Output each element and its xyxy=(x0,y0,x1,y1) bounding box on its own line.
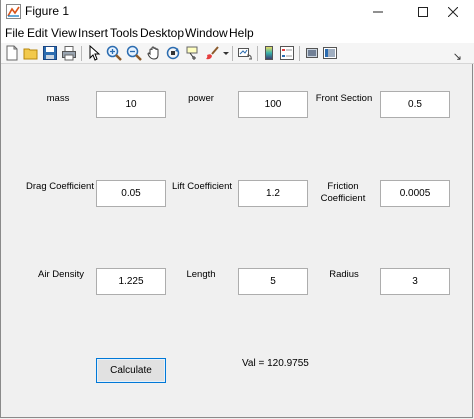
lift-coefficient-input[interactable]: 1.2 xyxy=(238,180,308,207)
air-density-input[interactable]: 1.225 xyxy=(96,268,166,295)
friction-coefficient-label: Friction Coefficient xyxy=(320,181,366,204)
drag-coefficient-label: Drag Coefficient xyxy=(26,181,94,192)
hide-plot-tools-icon[interactable] xyxy=(304,45,320,61)
brush-icon[interactable] xyxy=(204,45,220,61)
close-icon xyxy=(447,7,458,17)
show-plot-tools-icon[interactable] xyxy=(322,45,338,61)
result-text: Val = 120.9755 xyxy=(242,358,309,369)
print-icon[interactable] xyxy=(61,45,77,61)
save-icon[interactable] xyxy=(42,45,58,61)
window-title: Figure 1 xyxy=(25,4,70,18)
legend-icon[interactable] xyxy=(279,45,295,61)
menu-view[interactable]: View xyxy=(51,26,77,40)
length-label: Length xyxy=(186,269,216,280)
toolbar-separator xyxy=(81,46,82,61)
maximize-icon xyxy=(417,7,428,17)
close-button[interactable] xyxy=(430,0,474,24)
zoom-in-icon[interactable] xyxy=(106,45,122,61)
air-density-label: Air Density xyxy=(38,269,84,280)
power-input[interactable]: 100 xyxy=(238,91,308,118)
length-input[interactable]: 5 xyxy=(238,268,308,295)
matlab-logo-icon xyxy=(6,4,21,19)
menu-file[interactable]: File xyxy=(5,26,24,40)
toolbar-separator xyxy=(232,46,233,61)
minimize-button[interactable] xyxy=(355,0,400,24)
menu-help[interactable]: Help xyxy=(229,26,254,40)
link-plot-icon[interactable] xyxy=(237,45,253,61)
menu-bar: File Edit View Insert Tools Desktop Wind… xyxy=(1,24,474,43)
zoom-out-icon[interactable] xyxy=(126,45,142,61)
toolbar-separator xyxy=(257,46,258,61)
front-section-label: Front Section xyxy=(315,93,373,104)
calculate-button[interactable]: Calculate xyxy=(96,358,166,383)
radius-label: Radius xyxy=(329,269,359,280)
power-label: power xyxy=(188,93,214,104)
pan-icon[interactable] xyxy=(146,45,162,61)
data-cursor-icon[interactable] xyxy=(185,45,201,61)
menu-insert[interactable]: Insert xyxy=(78,26,108,40)
toolbar-separator xyxy=(299,46,300,61)
menu-edit[interactable]: Edit xyxy=(27,26,48,40)
title-bar[interactable]: Figure 1 xyxy=(1,0,474,24)
mass-input[interactable]: 10 xyxy=(96,91,166,118)
brush-dropdown-icon[interactable] xyxy=(222,45,230,61)
drag-coefficient-input[interactable]: 0.05 xyxy=(96,180,166,207)
open-file-icon[interactable] xyxy=(23,45,39,61)
lift-coefficient-label: Lift Coefficient xyxy=(171,181,233,192)
mass-label: mass xyxy=(46,93,70,104)
new-figure-icon[interactable] xyxy=(4,45,20,61)
figure-toolbar xyxy=(1,43,474,64)
friction-coefficient-input[interactable]: 0.0005 xyxy=(380,180,450,207)
menu-desktop[interactable]: Desktop xyxy=(140,26,184,40)
menu-window[interactable]: Window xyxy=(185,26,228,40)
pointer-icon[interactable] xyxy=(86,45,102,61)
front-section-input[interactable]: 0.5 xyxy=(380,91,450,118)
menu-tools[interactable]: Tools xyxy=(110,26,138,40)
minimize-icon xyxy=(372,11,383,13)
colorbar-icon[interactable] xyxy=(261,45,277,61)
rotate-3d-icon[interactable] xyxy=(165,45,181,61)
radius-input[interactable]: 3 xyxy=(380,268,450,295)
dock-figure-icon[interactable]: ↘ xyxy=(453,50,462,63)
figure-window: Figure 1 File Edit View Insert Tools Des… xyxy=(0,0,474,418)
